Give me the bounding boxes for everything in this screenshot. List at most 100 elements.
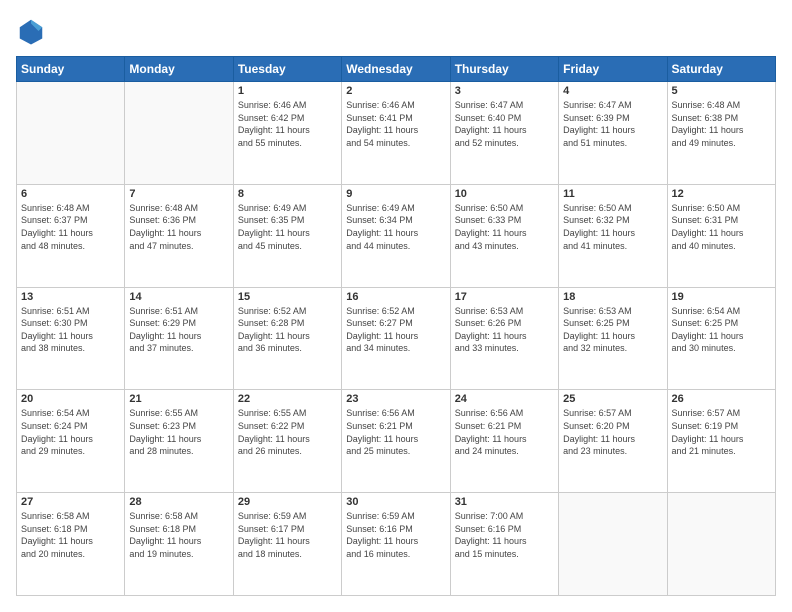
- day-info: Sunrise: 6:51 AM Sunset: 6:29 PM Dayligh…: [129, 305, 228, 355]
- calendar-cell: 19 Sunrise: 6:54 AM Sunset: 6:25 PM Dayli…: [667, 287, 775, 390]
- weekday-header-thursday: Thursday: [450, 57, 558, 82]
- calendar-cell: 27 Sunrise: 6:58 AM Sunset: 6:18 PM Dayli…: [17, 493, 125, 596]
- calendar-cell: 8 Sunrise: 6:49 AM Sunset: 6:35 PM Daylig…: [233, 184, 341, 287]
- day-number: 5: [672, 85, 771, 97]
- day-info: Sunrise: 6:49 AM Sunset: 6:35 PM Dayligh…: [238, 202, 337, 252]
- calendar-cell: 5 Sunrise: 6:48 AM Sunset: 6:38 PM Daylig…: [667, 82, 775, 185]
- logo-icon: [16, 16, 46, 46]
- calendar-cell: 29Sunrise: 6:59 AM Sunset: 6:17 PM Dayli…: [233, 493, 341, 596]
- calendar-cell: 6 Sunrise: 6:48 AM Sunset: 6:37 PM Daylig…: [17, 184, 125, 287]
- day-info: Sunrise: 7:00 AM Sunset: 6:16 PM Dayligh…: [455, 510, 554, 560]
- day-number: 11: [563, 188, 662, 200]
- calendar-cell: 7 Sunrise: 6:48 AM Sunset: 6:36 PM Daylig…: [125, 184, 233, 287]
- day-number: 12: [672, 188, 771, 200]
- week-row-3: 13 Sunrise: 6:51 AM Sunset: 6:30 PM Dayli…: [17, 287, 776, 390]
- day-info: Sunrise: 6:54 AM Sunset: 6:24 PM Dayligh…: [21, 407, 120, 457]
- day-number: 22: [238, 393, 337, 405]
- calendar-cell: [125, 82, 233, 185]
- calendar-cell: 31 Sunrise: 7:00 AM Sunset: 6:16 PM Dayli…: [450, 493, 558, 596]
- day-number: 7: [129, 188, 228, 200]
- day-info: Sunrise: 6:51 AM Sunset: 6:30 PM Dayligh…: [21, 305, 120, 355]
- calendar-cell: 22Sunrise: 6:55 AM Sunset: 6:22 PM Dayli…: [233, 390, 341, 493]
- day-number: 6: [21, 188, 120, 200]
- day-info: Sunrise: 6:57 AM Sunset: 6:19 PM Dayligh…: [672, 407, 771, 457]
- week-row-1: 1Sunrise: 6:46 AM Sunset: 6:42 PM Daylig…: [17, 82, 776, 185]
- calendar-cell: 24Sunrise: 6:56 AM Sunset: 6:21 PM Dayli…: [450, 390, 558, 493]
- calendar-cell: [667, 493, 775, 596]
- calendar-cell: 15 Sunrise: 6:52 AM Sunset: 6:28 PM Dayli…: [233, 287, 341, 390]
- day-info: Sunrise: 6:49 AM Sunset: 6:34 PM Dayligh…: [346, 202, 445, 252]
- day-info: Sunrise: 6:46 AM Sunset: 6:41 PM Dayligh…: [346, 99, 445, 149]
- day-info: Sunrise: 6:52 AM Sunset: 6:27 PM Dayligh…: [346, 305, 445, 355]
- calendar-cell: 12 Sunrise: 6:50 AM Sunset: 6:31 PM Dayli…: [667, 184, 775, 287]
- calendar-cell: [559, 493, 667, 596]
- day-number: 29: [238, 496, 337, 508]
- day-info: Sunrise: 6:58 AM Sunset: 6:18 PM Dayligh…: [21, 510, 120, 560]
- day-info: Sunrise: 6:53 AM Sunset: 6:25 PM Dayligh…: [563, 305, 662, 355]
- calendar-table: SundayMondayTuesdayWednesdayThursdayFrid…: [16, 56, 776, 596]
- calendar-cell: 14 Sunrise: 6:51 AM Sunset: 6:29 PM Dayli…: [125, 287, 233, 390]
- day-number: 3: [455, 85, 554, 97]
- calendar-cell: 16 Sunrise: 6:52 AM Sunset: 6:27 PM Dayli…: [342, 287, 450, 390]
- header: [16, 16, 776, 46]
- calendar-cell: 9Sunrise: 6:49 AM Sunset: 6:34 PM Daylig…: [342, 184, 450, 287]
- day-number: 21: [129, 393, 228, 405]
- calendar-cell: 23 Sunrise: 6:56 AM Sunset: 6:21 PM Dayli…: [342, 390, 450, 493]
- day-number: 24: [455, 393, 554, 405]
- day-info: Sunrise: 6:59 AM Sunset: 6:16 PM Dayligh…: [346, 510, 445, 560]
- week-row-4: 20Sunrise: 6:54 AM Sunset: 6:24 PM Dayli…: [17, 390, 776, 493]
- weekday-header-friday: Friday: [559, 57, 667, 82]
- day-info: Sunrise: 6:48 AM Sunset: 6:36 PM Dayligh…: [129, 202, 228, 252]
- day-number: 16: [346, 291, 445, 303]
- calendar-cell: 20Sunrise: 6:54 AM Sunset: 6:24 PM Dayli…: [17, 390, 125, 493]
- day-number: 10: [455, 188, 554, 200]
- day-info: Sunrise: 6:48 AM Sunset: 6:37 PM Dayligh…: [21, 202, 120, 252]
- week-row-2: 6 Sunrise: 6:48 AM Sunset: 6:37 PM Daylig…: [17, 184, 776, 287]
- weekday-header-sunday: Sunday: [17, 57, 125, 82]
- day-number: 31: [455, 496, 554, 508]
- calendar-cell: 28Sunrise: 6:58 AM Sunset: 6:18 PM Dayli…: [125, 493, 233, 596]
- day-number: 4: [563, 85, 662, 97]
- calendar-cell: [17, 82, 125, 185]
- day-number: 25: [563, 393, 662, 405]
- day-info: Sunrise: 6:48 AM Sunset: 6:38 PM Dayligh…: [672, 99, 771, 149]
- day-number: 30: [346, 496, 445, 508]
- day-info: Sunrise: 6:47 AM Sunset: 6:40 PM Dayligh…: [455, 99, 554, 149]
- day-number: 8: [238, 188, 337, 200]
- weekday-header-wednesday: Wednesday: [342, 57, 450, 82]
- day-number: 18: [563, 291, 662, 303]
- day-number: 19: [672, 291, 771, 303]
- day-number: 27: [21, 496, 120, 508]
- page: SundayMondayTuesdayWednesdayThursdayFrid…: [0, 0, 792, 612]
- calendar-cell: 2 Sunrise: 6:46 AM Sunset: 6:41 PM Daylig…: [342, 82, 450, 185]
- day-info: Sunrise: 6:53 AM Sunset: 6:26 PM Dayligh…: [455, 305, 554, 355]
- day-number: 15: [238, 291, 337, 303]
- day-number: 2: [346, 85, 445, 97]
- logo: [16, 16, 50, 46]
- day-info: Sunrise: 6:54 AM Sunset: 6:25 PM Dayligh…: [672, 305, 771, 355]
- weekday-header-monday: Monday: [125, 57, 233, 82]
- calendar-cell: 18 Sunrise: 6:53 AM Sunset: 6:25 PM Dayli…: [559, 287, 667, 390]
- weekday-header-tuesday: Tuesday: [233, 57, 341, 82]
- calendar-cell: 1Sunrise: 6:46 AM Sunset: 6:42 PM Daylig…: [233, 82, 341, 185]
- day-info: Sunrise: 6:56 AM Sunset: 6:21 PM Dayligh…: [346, 407, 445, 457]
- calendar-cell: 26 Sunrise: 6:57 AM Sunset: 6:19 PM Dayli…: [667, 390, 775, 493]
- calendar-cell: 25 Sunrise: 6:57 AM Sunset: 6:20 PM Dayli…: [559, 390, 667, 493]
- calendar-cell: 17Sunrise: 6:53 AM Sunset: 6:26 PM Dayli…: [450, 287, 558, 390]
- calendar-cell: 4 Sunrise: 6:47 AM Sunset: 6:39 PM Daylig…: [559, 82, 667, 185]
- day-info: Sunrise: 6:57 AM Sunset: 6:20 PM Dayligh…: [563, 407, 662, 457]
- day-info: Sunrise: 6:50 AM Sunset: 6:33 PM Dayligh…: [455, 202, 554, 252]
- calendar-cell: 13 Sunrise: 6:51 AM Sunset: 6:30 PM Dayli…: [17, 287, 125, 390]
- day-info: Sunrise: 6:47 AM Sunset: 6:39 PM Dayligh…: [563, 99, 662, 149]
- day-number: 23: [346, 393, 445, 405]
- day-info: Sunrise: 6:50 AM Sunset: 6:31 PM Dayligh…: [672, 202, 771, 252]
- calendar-cell: 21Sunrise: 6:55 AM Sunset: 6:23 PM Dayli…: [125, 390, 233, 493]
- day-number: 13: [21, 291, 120, 303]
- day-info: Sunrise: 6:52 AM Sunset: 6:28 PM Dayligh…: [238, 305, 337, 355]
- calendar-cell: 30 Sunrise: 6:59 AM Sunset: 6:16 PM Dayli…: [342, 493, 450, 596]
- week-row-5: 27 Sunrise: 6:58 AM Sunset: 6:18 PM Dayli…: [17, 493, 776, 596]
- day-number: 14: [129, 291, 228, 303]
- calendar-cell: 10 Sunrise: 6:50 AM Sunset: 6:33 PM Dayli…: [450, 184, 558, 287]
- day-number: 26: [672, 393, 771, 405]
- day-number: 28: [129, 496, 228, 508]
